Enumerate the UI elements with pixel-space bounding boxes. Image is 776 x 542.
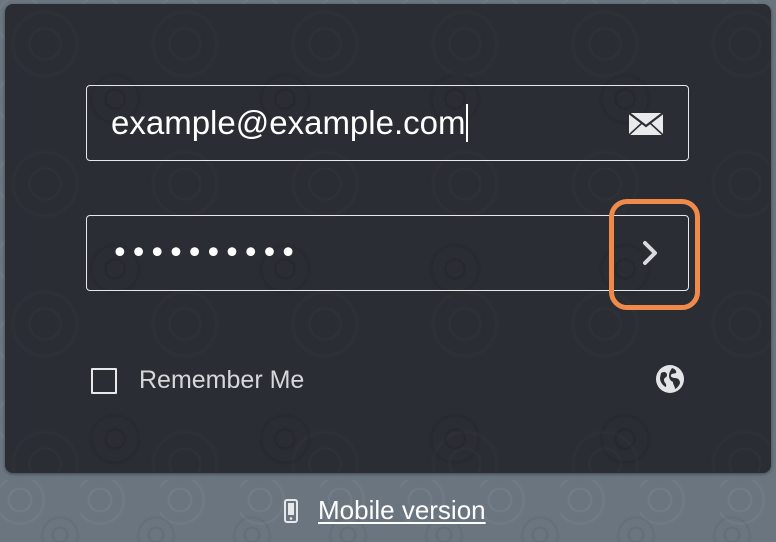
remember-me-option[interactable]: Remember Me: [91, 366, 304, 395]
email-field[interactable]: example@example.com: [86, 85, 689, 161]
phone-icon: [284, 498, 298, 523]
text-caret: [466, 104, 469, 142]
password-input[interactable]: ••••••••••: [111, 216, 298, 290]
password-field[interactable]: ••••••••••: [86, 215, 689, 291]
remember-me-checkbox[interactable]: [91, 367, 117, 394]
remember-me-label: Remember Me: [139, 366, 305, 394]
submit-button[interactable]: [612, 216, 688, 290]
email-value: example@example.com: [111, 104, 466, 141]
email-input[interactable]: example@example.com: [111, 86, 469, 160]
login-panel: example@example.com •••••••••• Remember …: [5, 4, 771, 473]
mobile-version-label: Mobile version: [318, 495, 486, 525]
chevron-right-icon: [643, 241, 657, 265]
mobile-version-link[interactable]: Mobile version: [284, 495, 486, 526]
globe-icon[interactable]: [655, 364, 685, 394]
envelope-icon: [628, 112, 664, 136]
